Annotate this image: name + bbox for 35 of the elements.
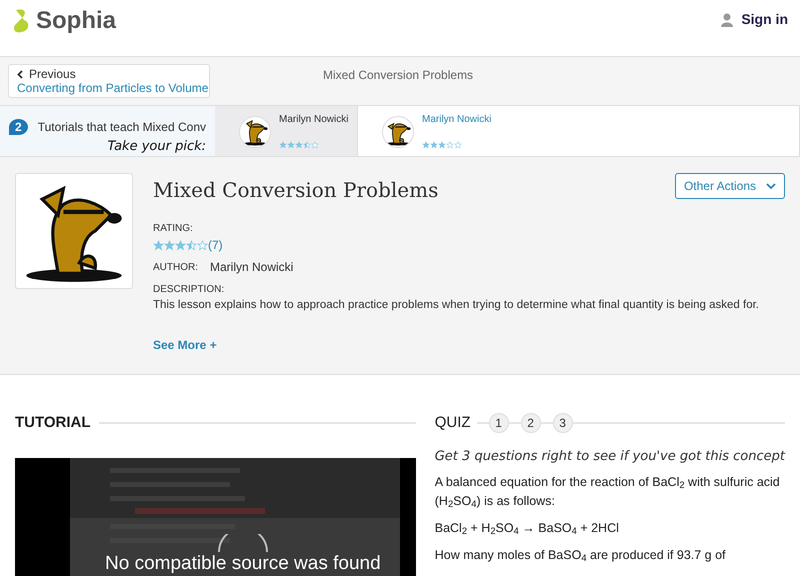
sign-in-link[interactable]: Sign in — [721, 9, 788, 30]
video-error-message: No compatible source was found — [105, 553, 381, 575]
quiz-tagline: Get 3 questions right to see if you've got this concept — [434, 448, 785, 466]
previous-title: Converting from Particles to Volume — [17, 81, 208, 95]
quiz-step: 2 — [520, 413, 541, 433]
logo-text: Sophia — [36, 6, 116, 36]
previous-label: Previous — [17, 67, 76, 81]
description-text: This lesson explains how to approach practice problems when trying to determine what final quantity is being asked for. — [153, 298, 760, 313]
quiz-step: 3 — [552, 413, 573, 433]
see-more-link[interactable]: See More + — [153, 336, 217, 354]
quiz-text: A balanced equation for the reaction of BaCl$_{2}$ with sulfuric acid (H$_{2}$SO$_{4}$) is as follows: — [434, 474, 781, 510]
previous-button[interactable]: Previous Converting from Particles to Volume — [8, 64, 210, 98]
pick-label: Take your pick: — [108, 138, 206, 156]
person-icon — [721, 12, 734, 26]
chevron-down-icon — [766, 183, 776, 189]
page-title: Mixed Conversion Problems — [323, 67, 474, 84]
author-name: Marilyn Nowicki — [422, 113, 492, 127]
tutorial-card[interactable]: Marilyn Nowicki — [215, 106, 358, 156]
author-name: Marilyn Nowicki — [210, 259, 294, 276]
other-actions-button[interactable]: Other Actions — [674, 173, 785, 199]
quiz-step: 1 — [488, 413, 509, 433]
author-name: Marilyn Nowicki — [279, 113, 348, 127]
rating-label: RATING: — [153, 222, 194, 236]
count-badge: 2 — [9, 119, 28, 135]
lesson-title: Mixed Conversion Problems — [153, 177, 438, 204]
tutorial-heading: TUTORIAL — [15, 412, 91, 433]
chevron-left-icon — [17, 70, 23, 78]
play-button-icon — [218, 534, 268, 552]
rating-count-link[interactable]: (7) — [208, 236, 223, 254]
quiz-text: How many moles of BaSO$_{4}$ are produced if 93.7 g of — [434, 546, 727, 564]
quiz-text: BaCl$_{2}$ + H$_{2}$SO$_{4}$ → BaSO$_{4}$ + 2HCl — [434, 520, 620, 538]
author-label: AUTHOR: — [153, 260, 198, 274]
tutorials-label: Tutorials that teach Mixed Conv — [38, 119, 206, 136]
description-label: DESCRIPTION: — [153, 283, 226, 297]
quiz-heading: QUIZ — [434, 412, 471, 433]
